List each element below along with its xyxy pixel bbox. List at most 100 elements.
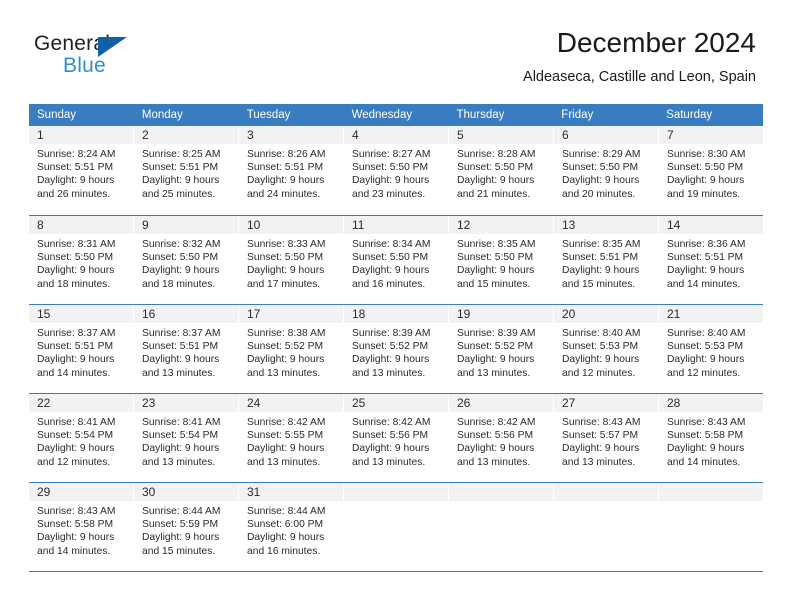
day-cell[interactable]: 24 Sunrise: 8:42 AM Sunset: 5:55 PM Dayl…	[239, 394, 344, 482]
day-cell[interactable]: 4 Sunrise: 8:27 AM Sunset: 5:50 PM Dayli…	[344, 126, 449, 215]
sunset-text: Sunset: 6:00 PM	[247, 519, 324, 531]
day-info: Sunrise: 8:41 AM Sunset: 5:54 PM Dayligh…	[29, 412, 133, 469]
day-number-bar: 17	[239, 305, 343, 323]
day-cell[interactable]: 15 Sunrise: 8:37 AM Sunset: 5:51 PM Dayl…	[29, 305, 134, 393]
day-number-bar: 2	[134, 126, 238, 144]
day-number-bar: 11	[344, 216, 448, 234]
weekday-header-wednesday: Wednesday	[351, 109, 413, 121]
day-cell[interactable]: 13 Sunrise: 8:35 AM Sunset: 5:51 PM Dayl…	[554, 216, 659, 304]
day-cell[interactable]: 6 Sunrise: 8:29 AM Sunset: 5:50 PM Dayli…	[554, 126, 659, 215]
day-info: Sunrise: 8:37 AM Sunset: 5:51 PM Dayligh…	[134, 323, 238, 380]
day-number-bar: 27	[554, 394, 658, 412]
sunset-text: Sunset: 5:54 PM	[142, 430, 219, 442]
day-info: Sunrise: 8:27 AM Sunset: 5:50 PM Dayligh…	[344, 144, 448, 201]
day-info: Sunrise: 8:30 AM Sunset: 5:50 PM Dayligh…	[659, 144, 763, 201]
daylight-text-line1: Daylight: 9 hours	[352, 443, 430, 455]
day-cell[interactable]: 23 Sunrise: 8:41 AM Sunset: 5:54 PM Dayl…	[134, 394, 239, 482]
day-number: 31	[247, 485, 261, 499]
day-info: Sunrise: 8:25 AM Sunset: 5:51 PM Dayligh…	[134, 144, 238, 201]
sunrise-text: Sunrise: 8:42 AM	[247, 417, 326, 428]
sunrise-text: Sunrise: 8:37 AM	[142, 328, 221, 339]
sunset-text: Sunset: 5:51 PM	[37, 341, 114, 353]
sunrise-text: Sunrise: 8:35 AM	[562, 239, 641, 250]
daylight-text-line1: Daylight: 9 hours	[37, 175, 115, 187]
sunrise-text: Sunrise: 8:39 AM	[457, 328, 536, 339]
day-number-bar: 23	[134, 394, 238, 412]
day-cell[interactable]: 28 Sunrise: 8:43 AM Sunset: 5:58 PM Dayl…	[659, 394, 763, 482]
sunrise-text: Sunrise: 8:34 AM	[352, 239, 431, 250]
daylight-text-line2: and 14 minutes.	[37, 545, 111, 557]
daylight-text-line2: and 15 minutes.	[562, 278, 636, 290]
daylight-text-line2: and 12 minutes.	[37, 456, 111, 468]
sunrise-text: Sunrise: 8:39 AM	[352, 328, 431, 339]
day-cell[interactable]: 17 Sunrise: 8:38 AM Sunset: 5:52 PM Dayl…	[239, 305, 344, 393]
daylight-text-line2: and 12 minutes.	[667, 367, 741, 379]
week-row: 8 Sunrise: 8:31 AM Sunset: 5:50 PM Dayli…	[29, 215, 763, 304]
day-number: 1	[37, 128, 44, 142]
day-number: 20	[562, 307, 576, 321]
calendar-grid: Sunday Monday Tuesday Wednesday Thursday…	[29, 104, 763, 572]
day-number: 19	[457, 307, 471, 321]
day-number-bar	[554, 483, 658, 501]
day-cell[interactable]: 2 Sunrise: 8:25 AM Sunset: 5:51 PM Dayli…	[134, 126, 239, 215]
day-cell[interactable]: 16 Sunrise: 8:37 AM Sunset: 5:51 PM Dayl…	[134, 305, 239, 393]
day-number-bar: 31	[239, 483, 343, 501]
day-cell[interactable]: 31 Sunrise: 8:44 AM Sunset: 6:00 PM Dayl…	[239, 483, 344, 571]
day-cell[interactable]: 26 Sunrise: 8:42 AM Sunset: 5:56 PM Dayl…	[449, 394, 554, 482]
day-cell[interactable]: 3 Sunrise: 8:26 AM Sunset: 5:51 PM Dayli…	[239, 126, 344, 215]
day-cell[interactable]: 19 Sunrise: 8:39 AM Sunset: 5:52 PM Dayl…	[449, 305, 554, 393]
day-cell[interactable]: 14 Sunrise: 8:36 AM Sunset: 5:51 PM Dayl…	[659, 216, 763, 304]
day-cell[interactable]: 7 Sunrise: 8:30 AM Sunset: 5:50 PM Dayli…	[659, 126, 763, 215]
daylight-text-line2: and 25 minutes.	[142, 188, 216, 200]
day-info: Sunrise: 8:39 AM Sunset: 5:52 PM Dayligh…	[449, 323, 553, 380]
day-cell[interactable]: 27 Sunrise: 8:43 AM Sunset: 5:57 PM Dayl…	[554, 394, 659, 482]
day-number: 26	[457, 396, 471, 410]
sunset-text: Sunset: 5:59 PM	[142, 519, 219, 531]
day-cell[interactable]: 29 Sunrise: 8:43 AM Sunset: 5:58 PM Dayl…	[29, 483, 134, 571]
day-number-bar: 22	[29, 394, 133, 412]
day-cell[interactable]: 30 Sunrise: 8:44 AM Sunset: 5:59 PM Dayl…	[134, 483, 239, 571]
weekday-header-friday: Friday	[561, 109, 594, 121]
day-cell[interactable]: 25 Sunrise: 8:42 AM Sunset: 5:56 PM Dayl…	[344, 394, 449, 482]
day-cell[interactable]: 12 Sunrise: 8:35 AM Sunset: 5:50 PM Dayl…	[449, 216, 554, 304]
day-cell[interactable]: 1 Sunrise: 8:24 AM Sunset: 5:51 PM Dayli…	[29, 126, 134, 215]
day-cell[interactable]: 20 Sunrise: 8:40 AM Sunset: 5:53 PM Dayl…	[554, 305, 659, 393]
day-cell[interactable]: 10 Sunrise: 8:33 AM Sunset: 5:50 PM Dayl…	[239, 216, 344, 304]
day-cell[interactable]: 22 Sunrise: 8:41 AM Sunset: 5:54 PM Dayl…	[29, 394, 134, 482]
daylight-text-line2: and 14 minutes.	[37, 367, 111, 379]
day-cell[interactable]: 5 Sunrise: 8:28 AM Sunset: 5:50 PM Dayli…	[449, 126, 554, 215]
day-number: 5	[457, 128, 464, 142]
day-number: 18	[352, 307, 366, 321]
daylight-text-line1: Daylight: 9 hours	[562, 265, 640, 277]
day-info: Sunrise: 8:38 AM Sunset: 5:52 PM Dayligh…	[239, 323, 343, 380]
day-number: 30	[142, 485, 156, 499]
sunset-text: Sunset: 5:55 PM	[247, 430, 324, 442]
sunset-text: Sunset: 5:50 PM	[37, 252, 114, 264]
day-number-bar: 6	[554, 126, 658, 144]
sunrise-text: Sunrise: 8:29 AM	[562, 149, 641, 160]
daylight-text-line2: and 13 minutes.	[562, 456, 636, 468]
day-cell[interactable]: 8 Sunrise: 8:31 AM Sunset: 5:50 PM Dayli…	[29, 216, 134, 304]
day-cell[interactable]: 9 Sunrise: 8:32 AM Sunset: 5:50 PM Dayli…	[134, 216, 239, 304]
day-number: 14	[667, 218, 681, 232]
day-info: Sunrise: 8:31 AM Sunset: 5:50 PM Dayligh…	[29, 234, 133, 291]
sunset-text: Sunset: 5:50 PM	[352, 252, 429, 264]
logo-text-blue: Blue	[63, 54, 106, 77]
day-info: Sunrise: 8:41 AM Sunset: 5:54 PM Dayligh…	[134, 412, 238, 469]
day-cell[interactable]: 11 Sunrise: 8:34 AM Sunset: 5:50 PM Dayl…	[344, 216, 449, 304]
daylight-text-line1: Daylight: 9 hours	[37, 354, 115, 366]
day-cell[interactable]: 21 Sunrise: 8:40 AM Sunset: 5:53 PM Dayl…	[659, 305, 763, 393]
daylight-text-line1: Daylight: 9 hours	[37, 532, 115, 544]
weekday-header-thursday: Thursday	[456, 109, 505, 121]
day-cell[interactable]: 18 Sunrise: 8:39 AM Sunset: 5:52 PM Dayl…	[344, 305, 449, 393]
sunrise-text: Sunrise: 8:43 AM	[667, 417, 746, 428]
sunset-text: Sunset: 5:56 PM	[457, 430, 534, 442]
daylight-text-line1: Daylight: 9 hours	[562, 443, 640, 455]
sunset-text: Sunset: 5:53 PM	[667, 341, 744, 353]
day-info: Sunrise: 8:42 AM Sunset: 5:56 PM Dayligh…	[449, 412, 553, 469]
daylight-text-line2: and 20 minutes.	[562, 188, 636, 200]
sunrise-text: Sunrise: 8:27 AM	[352, 149, 431, 160]
sunset-text: Sunset: 5:51 PM	[142, 162, 219, 174]
day-number-bar: 5	[449, 126, 553, 144]
daylight-text-line2: and 13 minutes.	[142, 367, 216, 379]
